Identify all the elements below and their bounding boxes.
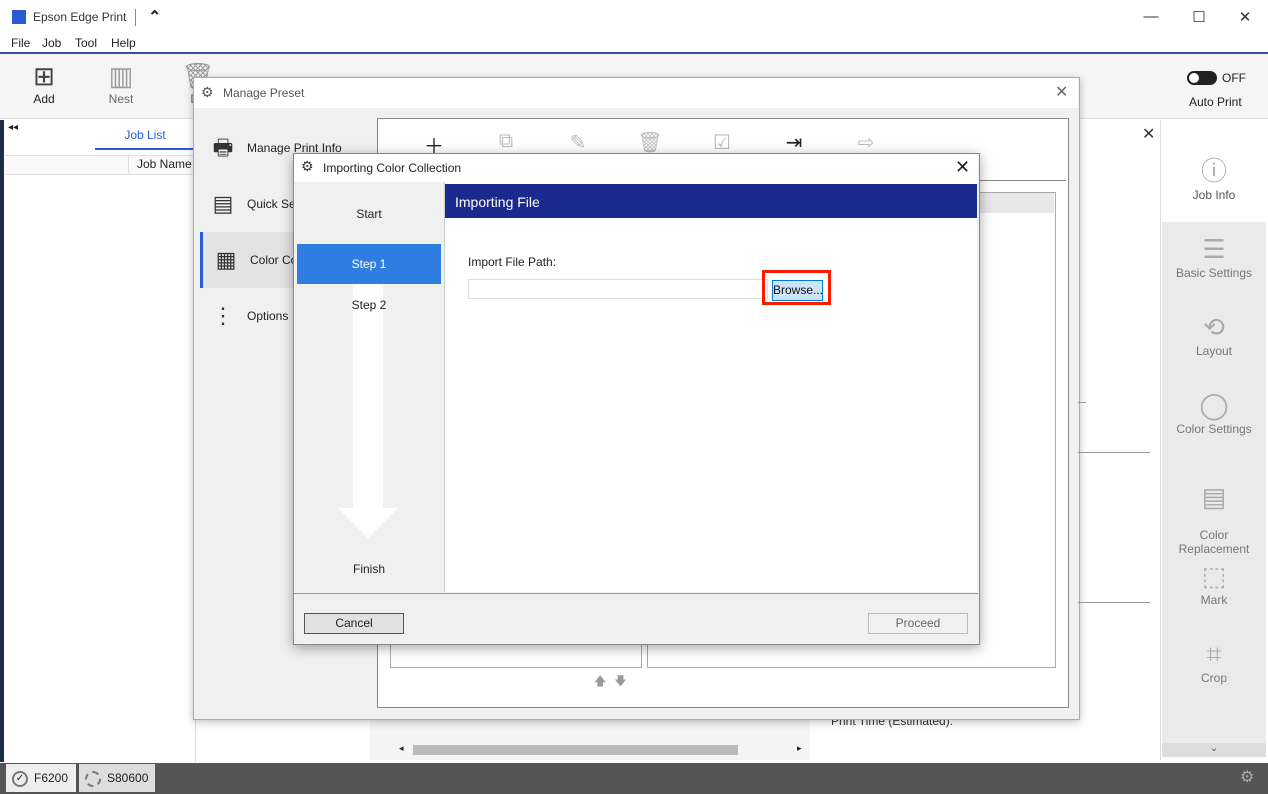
column-job-name[interactable]: Job Name — [128, 155, 192, 173]
pending-icon — [85, 770, 101, 787]
layout-button[interactable]: ⟲ Layout — [1162, 310, 1266, 358]
step-start: Start — [356, 207, 382, 221]
job-list-panel — [5, 120, 196, 762]
printer-name: F6200 — [34, 771, 69, 785]
step-2: Step 2 — [351, 298, 387, 312]
job-info-label: Job Info — [1192, 188, 1236, 202]
scroll-right-icon[interactable]: ▸ — [797, 743, 802, 754]
manage-preset-title: Manage Preset — [223, 86, 305, 100]
reorder-arrows-icon[interactable]: 🡅🡇 — [594, 672, 635, 693]
collapse-ribbon-icon[interactable]: ⌃ — [148, 7, 161, 27]
proceed-button[interactable]: Proceed — [868, 613, 968, 634]
scroll-left-icon[interactable]: ◂ — [399, 743, 404, 754]
mark-button[interactable]: ⬚ Mark — [1162, 559, 1266, 607]
step-finish: Finish — [352, 562, 385, 576]
nav-label: Quick Se — [247, 197, 296, 211]
nest-icon: ▥ — [108, 61, 134, 91]
app-title: Epson Edge Print — [33, 10, 127, 24]
cancel-button[interactable]: Cancel — [304, 613, 404, 634]
minimize-button[interactable]: — — [1136, 8, 1166, 25]
window-close-button[interactable]: ✕ — [1230, 8, 1260, 26]
nest-label: Nest — [108, 92, 134, 106]
color-replacement-button[interactable]: ▤ Color Replacement — [1162, 466, 1266, 556]
progress-arrow-head — [338, 508, 398, 538]
menu-bar — [0, 34, 1268, 54]
color-settings-button[interactable]: ◯ Color Settings — [1162, 388, 1266, 436]
app-logo-icon — [12, 10, 26, 24]
divider — [1078, 402, 1086, 403]
toggle-knob — [1189, 73, 1199, 83]
checkbox-icon[interactable]: ☑ — [707, 130, 737, 155]
app-titlebar — [0, 0, 1268, 34]
maximize-button[interactable]: ☐ — [1184, 8, 1214, 26]
preset-settings-icon: ⚙ — [301, 158, 314, 174]
import-main-panel — [445, 182, 977, 592]
menu-tool[interactable]: Tool — [75, 36, 97, 50]
close-panel-icon[interactable]: ✕ — [1142, 124, 1155, 144]
crop-button[interactable]: ⌗ Crop — [1162, 637, 1266, 685]
more-options-icon: ⋮ — [212, 303, 234, 328]
layout-label: Layout — [1195, 344, 1233, 358]
printer-status-icon[interactable]: ⚙ — [1240, 767, 1254, 787]
delete-icon[interactable]: 🗑 — [635, 130, 665, 155]
preset-settings-icon: ⚙ — [201, 84, 214, 100]
list-icon: ☰ — [1202, 234, 1226, 264]
quick-settings-icon: ▤ — [212, 191, 234, 216]
manage-preset-titlebar — [194, 78, 1078, 108]
auto-print-state: OFF — [1222, 71, 1246, 85]
job-info-icon: ⓘ — [1200, 156, 1227, 186]
mark-label: Mark — [1200, 593, 1228, 607]
tab-job-list[interactable]: Job List — [95, 126, 195, 150]
mark-icon: ⬚ — [1201, 561, 1227, 591]
color-replacement-icon: ▤ — [1201, 482, 1227, 512]
add-icon: ⊞ — [33, 61, 55, 91]
footer-divider — [294, 593, 978, 594]
copy-icon[interactable]: ⧉ — [491, 130, 521, 153]
menu-help[interactable]: Help — [111, 36, 136, 50]
divider — [1078, 452, 1150, 453]
menu-file[interactable]: File — [11, 36, 30, 50]
crop-icon: ⌗ — [1206, 639, 1222, 669]
nest-button[interactable]: ▥ Nest — [91, 60, 151, 106]
scroll-down-icon[interactable]: ⌄ — [1162, 743, 1266, 757]
menu-job[interactable]: Job — [42, 36, 61, 50]
color-settings-label: Color Settings — [1176, 422, 1252, 436]
divider — [1078, 602, 1150, 603]
job-info-button[interactable]: ⓘ Job Info — [1162, 154, 1266, 202]
status-bar — [0, 763, 1268, 794]
edit-icon[interactable]: ✎ — [563, 130, 593, 155]
color-collection-icon: ▦ — [215, 247, 237, 272]
printer-icon: 🖶 — [212, 135, 234, 160]
browse-button[interactable]: Browse... — [772, 280, 823, 301]
printer-tab-f6200[interactable]: ✓ F6200 — [6, 764, 76, 792]
crop-label: Crop — [1200, 671, 1227, 685]
import-dialog-close-button[interactable]: ✕ — [955, 157, 970, 178]
nav-label: Color Co — [250, 253, 298, 267]
import-path-input[interactable] — [468, 279, 768, 299]
title-separator — [135, 9, 136, 26]
horizontal-scrollbar[interactable] — [413, 745, 738, 755]
add-label: Add — [33, 92, 55, 106]
step-1-active: Step 1 — [297, 244, 441, 284]
check-icon: ✓ — [12, 770, 28, 787]
import-path-label: Import File Path: — [468, 255, 557, 269]
import-dialog-title: Importing Color Collection — [323, 161, 462, 175]
basic-settings-label: Basic Settings — [1175, 266, 1253, 280]
color-ring-icon: ◯ — [1199, 390, 1229, 420]
export-icon[interactable]: ⇨ — [851, 130, 881, 155]
collapse-panel-icon[interactable]: ◂◂ — [8, 122, 18, 133]
color-replacement-label: Color Replacement — [1178, 528, 1250, 556]
desktop-edge — [0, 120, 4, 762]
nav-label: Options — [247, 309, 289, 323]
import-icon[interactable]: ⇥ — [779, 130, 809, 155]
basic-settings-button[interactable]: ☰ Basic Settings — [1162, 232, 1266, 280]
printer-name: S80600 — [107, 771, 149, 785]
printer-tab-s80600[interactable]: S80600 — [79, 764, 155, 792]
manage-preset-close-button[interactable]: ✕ — [1055, 82, 1068, 102]
add-button[interactable]: ⊞ Add — [14, 60, 74, 106]
auto-print-label: Auto Print — [1189, 95, 1242, 109]
layout-icon: ⟲ — [1203, 312, 1225, 342]
import-section-title: Importing File — [455, 194, 540, 210]
